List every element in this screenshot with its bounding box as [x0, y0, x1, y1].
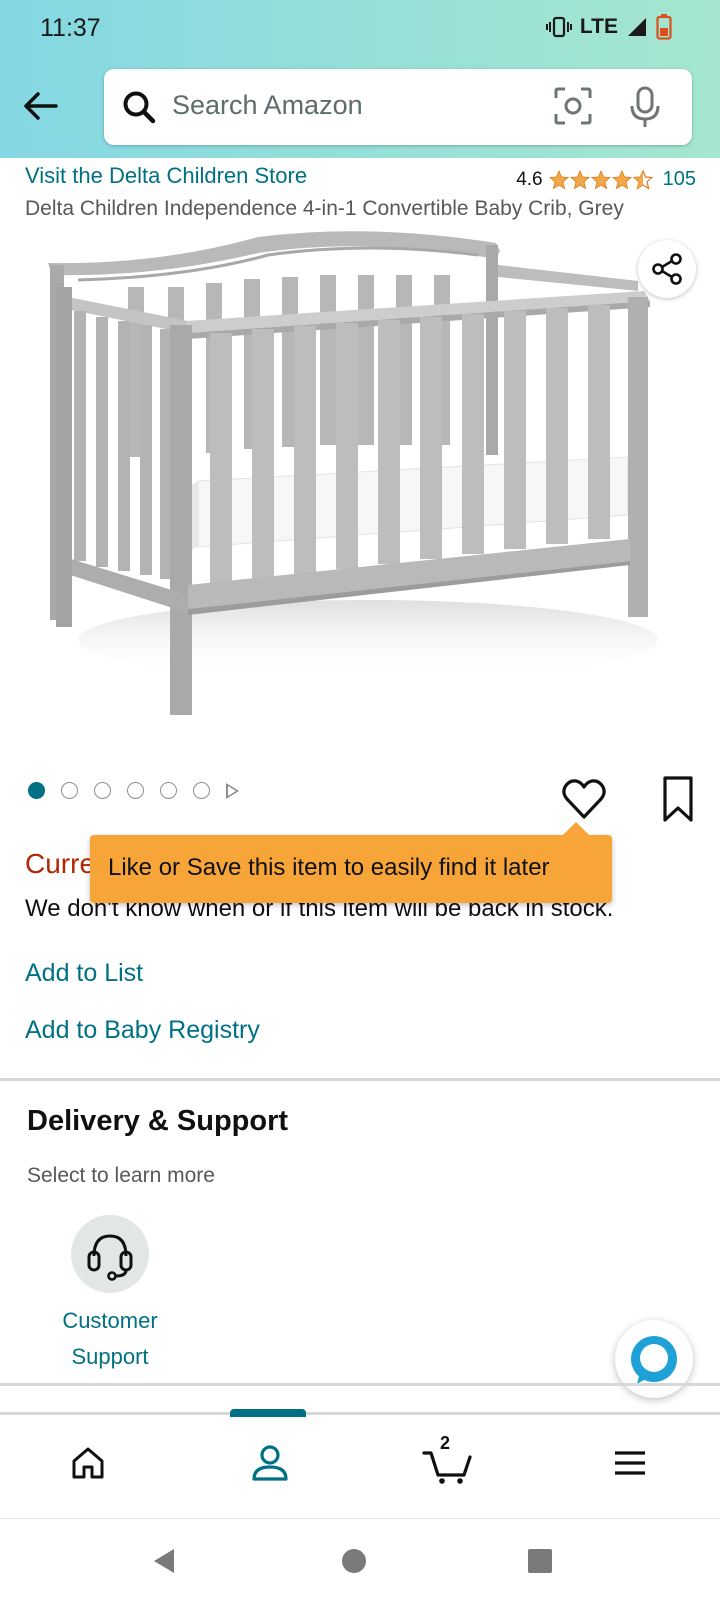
star-icon — [611, 169, 632, 189]
product-image[interactable] — [38, 225, 678, 730]
half-star-icon — [632, 169, 653, 190]
search-bar[interactable]: Search Amazon — [104, 69, 692, 145]
status-bar: 11:37 LTE — [0, 0, 720, 56]
star-rating — [548, 169, 653, 190]
customer-support-label: Customer Support — [62, 1308, 158, 1369]
nav-menu[interactable] — [600, 1433, 660, 1493]
share-icon — [652, 253, 682, 285]
back-button[interactable] — [18, 84, 62, 128]
back-arrow-icon — [24, 92, 58, 120]
status-icons: LTE — [545, 12, 672, 42]
menu-icon — [615, 1451, 645, 1475]
heart-icon[interactable] — [560, 775, 608, 823]
store-link[interactable]: Visit the Delta Children Store — [25, 163, 307, 189]
account-icon — [252, 1445, 288, 1481]
carousel-dot-6[interactable] — [193, 782, 210, 799]
microphone-icon[interactable] — [624, 85, 666, 129]
cart-count-badge: 2 — [440, 1433, 451, 1453]
nav-cart[interactable]: 2 — [418, 1433, 478, 1493]
status-time: 11:37 — [40, 14, 101, 42]
star-icon — [569, 169, 590, 189]
section-divider — [0, 1078, 720, 1081]
carousel-dot-5[interactable] — [160, 782, 177, 799]
video-play-icon[interactable] — [226, 782, 239, 799]
carousel-dot-1[interactable] — [28, 782, 45, 799]
product-title: Delta Children Independence 4-in-1 Conve… — [25, 197, 624, 220]
image-carousel-dots[interactable] — [28, 782, 239, 799]
tooltip-text: Like or Save this item to easily find it… — [108, 854, 550, 881]
customer-support-icon-wrap — [71, 1215, 149, 1293]
customer-support-card[interactable]: Customer Support — [40, 1215, 180, 1375]
system-home-icon[interactable] — [340, 1547, 368, 1575]
nav-home[interactable] — [58, 1433, 118, 1493]
chat-bubble-icon — [631, 1336, 677, 1384]
signal-icon — [628, 18, 646, 36]
carousel-dot-3[interactable] — [94, 782, 111, 799]
bookmark-icon[interactable] — [658, 774, 698, 824]
delivery-support-title: Delivery & Support — [27, 1105, 289, 1137]
system-back-icon[interactable] — [150, 1547, 178, 1575]
nav-account[interactable] — [240, 1433, 300, 1493]
search-input[interactable]: Search Amazon — [172, 90, 363, 121]
vibrate-icon — [545, 16, 572, 38]
headset-icon — [87, 1234, 133, 1281]
camera-scan-icon[interactable] — [552, 85, 594, 127]
search-icon — [123, 91, 156, 124]
carousel-dot-2[interactable] — [61, 782, 78, 799]
add-to-baby-registry-link[interactable]: Add to Baby Registry — [25, 1016, 260, 1045]
home-icon — [72, 1447, 104, 1479]
save-tooltip[interactable]: Like or Save this item to easily find it… — [90, 822, 612, 903]
rating-summary[interactable]: 4.6 105 — [516, 168, 696, 191]
network-type: LTE — [579, 15, 618, 38]
system-navigation-bar — [0, 1518, 720, 1600]
chat-assistant-button[interactable] — [615, 1320, 693, 1398]
star-icon — [590, 169, 611, 189]
section-divider — [0, 1383, 720, 1386]
bottom-navigation: 2 — [0, 1409, 720, 1518]
carousel-dot-4[interactable] — [127, 782, 144, 799]
star-icon — [548, 169, 569, 189]
add-to-list-link[interactable]: Add to List — [25, 959, 143, 988]
system-recents-icon[interactable] — [526, 1547, 554, 1575]
rating-value: 4.6 — [516, 168, 543, 190]
delivery-support-subtitle: Select to learn more — [27, 1164, 215, 1187]
active-tab-indicator — [230, 1409, 306, 1417]
battery-icon — [656, 14, 672, 40]
rating-count: 105 — [662, 168, 696, 190]
app-header: 11:37 LTE Search Amazon — [0, 0, 720, 158]
share-button[interactable] — [638, 240, 696, 298]
